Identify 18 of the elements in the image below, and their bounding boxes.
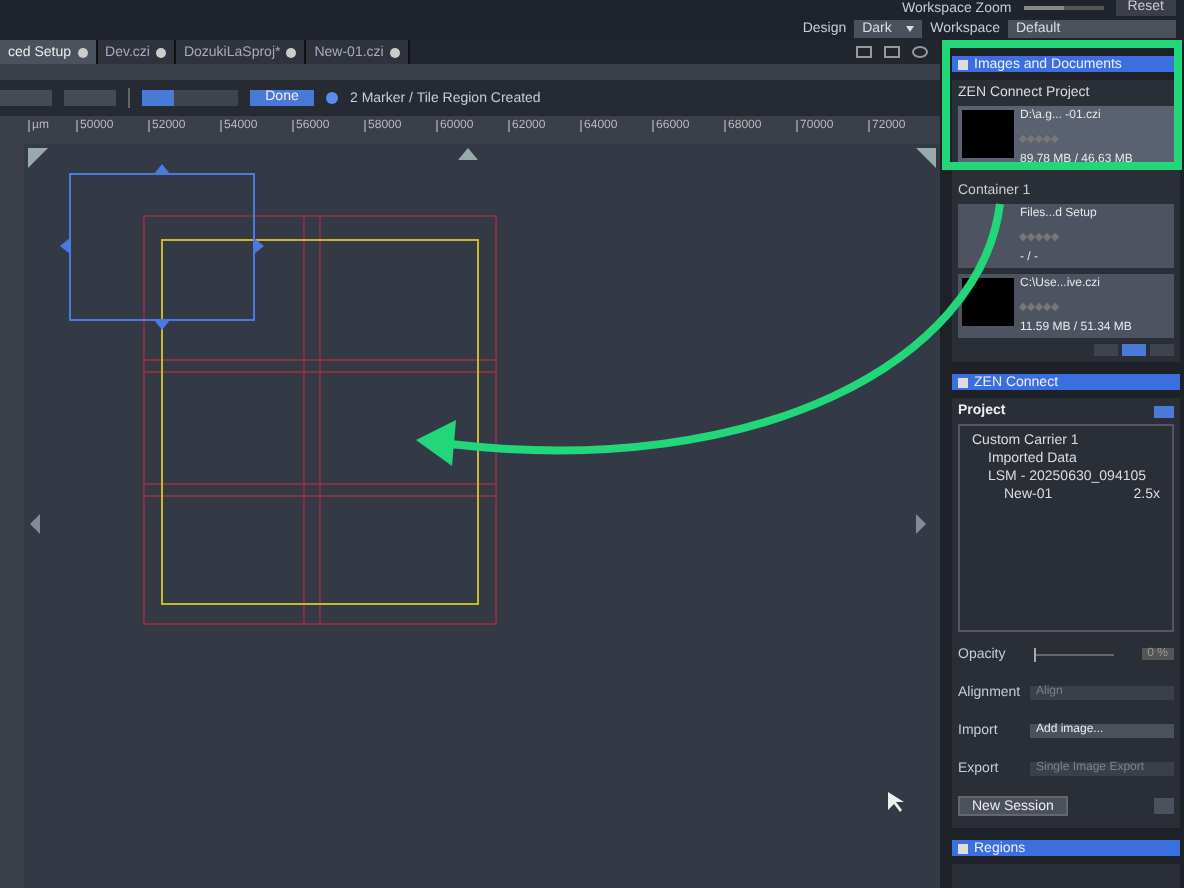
panel-icon: [958, 843, 968, 853]
toggle-icon[interactable]: [1154, 405, 1174, 417]
corner-marker-icon: [28, 148, 48, 168]
panel-icon: [958, 59, 968, 69]
close-icon[interactable]: [389, 47, 400, 57]
cursor-icon: [888, 792, 904, 812]
info-icon: [326, 92, 338, 104]
close-icon[interactable]: [77, 47, 88, 57]
panel-icon: [958, 377, 968, 387]
scroll-right-icon[interactable]: [916, 514, 926, 534]
triangle-marker-icon: [458, 148, 478, 160]
close-icon[interactable]: [286, 47, 297, 57]
marker-region[interactable]: [60, 164, 264, 330]
caret-icon[interactable]: [906, 25, 915, 31]
scroll-left-icon[interactable]: [30, 514, 40, 534]
tile-region[interactable]: [161, 239, 479, 605]
close-icon[interactable]: [155, 47, 166, 57]
corner-marker-icon: [916, 148, 936, 168]
